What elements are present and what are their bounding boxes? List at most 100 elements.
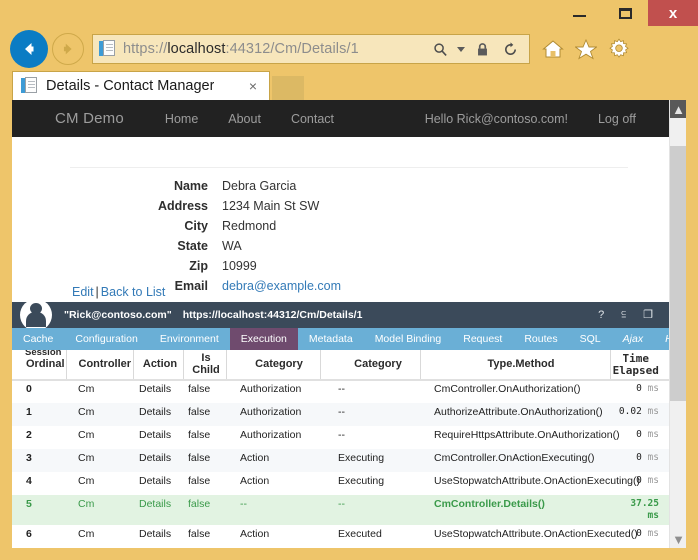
nav-link-home[interactable]: Home bbox=[150, 112, 213, 126]
col-category-1[interactable]: Category bbox=[226, 350, 321, 381]
table-row[interactable]: 2 Cm Details false Authorization -- Requ… bbox=[12, 426, 669, 449]
time-unit: ms bbox=[647, 527, 659, 539]
detail-row-city: City Redmond bbox=[12, 219, 572, 239]
search-icon[interactable] bbox=[427, 36, 453, 62]
site-nav-user-area: Hello Rick@contoso.com! Log off bbox=[410, 112, 651, 126]
maximize-icon bbox=[618, 7, 632, 19]
glimpse-tab-ajax[interactable]: Ajax bbox=[612, 328, 654, 350]
glimpse-tab-configuration[interactable]: Configuration bbox=[64, 328, 148, 350]
detail-value: 1234 Main St SW bbox=[222, 199, 320, 213]
back-button[interactable] bbox=[10, 30, 48, 68]
detail-value: Debra Garcia bbox=[222, 179, 297, 193]
glimpse-tab-history[interactable]: Histo bbox=[654, 328, 669, 350]
tab-strip: Details - Contact Manager × bbox=[0, 70, 698, 100]
cell-time-elapsed: 37.25 ms bbox=[610, 495, 669, 525]
search-dropdown-icon[interactable] bbox=[455, 36, 467, 62]
user-greeting-link[interactable]: Hello Rick@contoso.com! bbox=[410, 112, 583, 126]
table-row[interactable]: 3 Cm Details false Action Executing CmCo… bbox=[12, 449, 669, 472]
cell-controller: Cm bbox=[78, 383, 95, 395]
lock-icon[interactable] bbox=[469, 36, 495, 62]
cell-controller: Cm bbox=[78, 452, 95, 464]
popout-panel-icon[interactable]: ❐ bbox=[643, 309, 653, 321]
glimpse-tab-execution[interactable]: Execution bbox=[229, 328, 298, 350]
table-row[interactable]: 5 Cm Details false -- -- CmController.De… bbox=[12, 495, 669, 525]
cell-is-child: false bbox=[188, 498, 211, 510]
cell-category-2: -- bbox=[338, 498, 345, 510]
content-divider bbox=[70, 167, 628, 168]
detail-label: Name bbox=[173, 179, 208, 193]
col-controller[interactable]: Controller bbox=[66, 350, 134, 381]
star-icon[interactable] bbox=[571, 34, 601, 64]
forward-button[interactable] bbox=[52, 33, 84, 65]
cell-is-child: false bbox=[188, 475, 211, 487]
table-row[interactable]: 0 Cm Details false Authorization -- CmCo… bbox=[12, 380, 669, 403]
glimpse-tab-routes[interactable]: Routes bbox=[513, 328, 568, 350]
home-icon[interactable] bbox=[538, 34, 568, 64]
scrollbar-thumb[interactable] bbox=[670, 146, 686, 401]
cell-type-method: UseStopwatchAttribute.OnActionExecuting(… bbox=[434, 475, 641, 487]
browser-tab[interactable]: Details - Contact Manager × bbox=[12, 71, 270, 100]
cell-ordinal: 5 bbox=[26, 498, 32, 510]
email-link[interactable]: debra@example.com bbox=[222, 279, 341, 293]
time-unit: ms bbox=[647, 475, 659, 486]
time-value: 0 bbox=[636, 527, 642, 539]
address-scheme: https:// bbox=[123, 41, 168, 57]
col-time-elapsed[interactable]: Time Elapsed bbox=[610, 350, 669, 381]
nav-link-about[interactable]: About bbox=[213, 112, 276, 126]
glimpse-tab-request[interactable]: Request bbox=[452, 328, 513, 350]
refresh-icon[interactable] bbox=[497, 36, 523, 62]
page-viewport: CM Demo Home About Contact Hello Rick@co… bbox=[12, 100, 686, 548]
page-scrollbar[interactable]: ▲ ▼ bbox=[669, 100, 686, 548]
scroll-down-button[interactable]: ▼ bbox=[670, 530, 686, 548]
cell-type-method: CmController.OnActionExecuting() bbox=[434, 452, 595, 464]
minimize-icon bbox=[572, 15, 586, 17]
back-to-list-link[interactable]: Back to List bbox=[101, 285, 166, 299]
cell-time-elapsed: 0 ms bbox=[610, 449, 669, 472]
table-row[interactable]: 1 Cm Details false Authorization -- Auth… bbox=[12, 403, 669, 426]
nav-link-contact[interactable]: Contact bbox=[276, 112, 349, 126]
cell-ordinal: 1 bbox=[26, 406, 32, 418]
close-button[interactable]: x bbox=[648, 0, 698, 26]
page-favicon-icon bbox=[99, 40, 116, 58]
col-action[interactable]: Action bbox=[133, 350, 184, 381]
cell-type-method: CmController.OnAuthorization() bbox=[434, 383, 581, 395]
glimpse-logo[interactable] bbox=[20, 299, 52, 331]
glimpse-tab-cache[interactable]: Cache bbox=[12, 328, 64, 350]
gear-icon[interactable] bbox=[604, 34, 634, 64]
cell-action: Details bbox=[139, 383, 172, 395]
col-type-method[interactable]: Type.Method bbox=[420, 350, 611, 381]
table-row[interactable]: 4 Cm Details false Action Executing UseS… bbox=[12, 472, 669, 495]
cell-is-child: false bbox=[188, 406, 211, 418]
cell-category-1: -- bbox=[240, 498, 247, 510]
table-row[interactable]: 6 Cm Details false Action Executed UseSt… bbox=[12, 524, 669, 548]
address-bar[interactable]: https://localhost:44312/Cm/Details/1 bbox=[92, 34, 530, 64]
col-category-2[interactable]: Category bbox=[320, 350, 421, 381]
glimpse-tab-sql[interactable]: SQL bbox=[569, 328, 612, 350]
minimize-button[interactable] bbox=[556, 0, 602, 26]
glimpse-tab-model-binding[interactable]: Model Binding bbox=[364, 328, 453, 350]
glimpse-tab-environment[interactable]: Environment bbox=[149, 328, 230, 350]
minimize-panel-icon[interactable]: ⫅ bbox=[621, 309, 626, 321]
cell-is-child: false bbox=[188, 452, 211, 464]
edit-link[interactable]: Edit bbox=[72, 285, 94, 299]
logoff-link[interactable]: Log off bbox=[583, 112, 651, 126]
address-bar-icons bbox=[427, 36, 529, 62]
site-brand[interactable]: CM Demo bbox=[55, 110, 124, 127]
cell-category-1: Authorization bbox=[240, 429, 302, 441]
cell-type-method: AuthorizeAttribute.OnAuthorization() bbox=[434, 406, 603, 418]
col-is-child[interactable]: Is Child bbox=[183, 350, 227, 381]
session-overlay-label: Session bbox=[25, 350, 62, 358]
cell-category-1: Authorization bbox=[240, 406, 302, 418]
scroll-up-button[interactable]: ▲ bbox=[670, 100, 686, 118]
glimpse-tab-metadata[interactable]: Metadata bbox=[298, 328, 364, 350]
detail-value: WA bbox=[222, 239, 242, 253]
site-navbar: CM Demo Home About Contact Hello Rick@co… bbox=[12, 100, 669, 137]
new-tab-button[interactable] bbox=[272, 76, 304, 100]
detail-label: Zip bbox=[189, 259, 208, 273]
cell-ordinal: 0 bbox=[26, 383, 32, 395]
detail-row-zip: Zip 10999 bbox=[12, 259, 572, 279]
tab-close-icon[interactable]: × bbox=[249, 79, 257, 93]
help-icon[interactable]: ? bbox=[598, 309, 604, 321]
maximize-button[interactable] bbox=[602, 0, 648, 26]
glimpse-user: "Rick@contoso.com" bbox=[64, 309, 172, 321]
